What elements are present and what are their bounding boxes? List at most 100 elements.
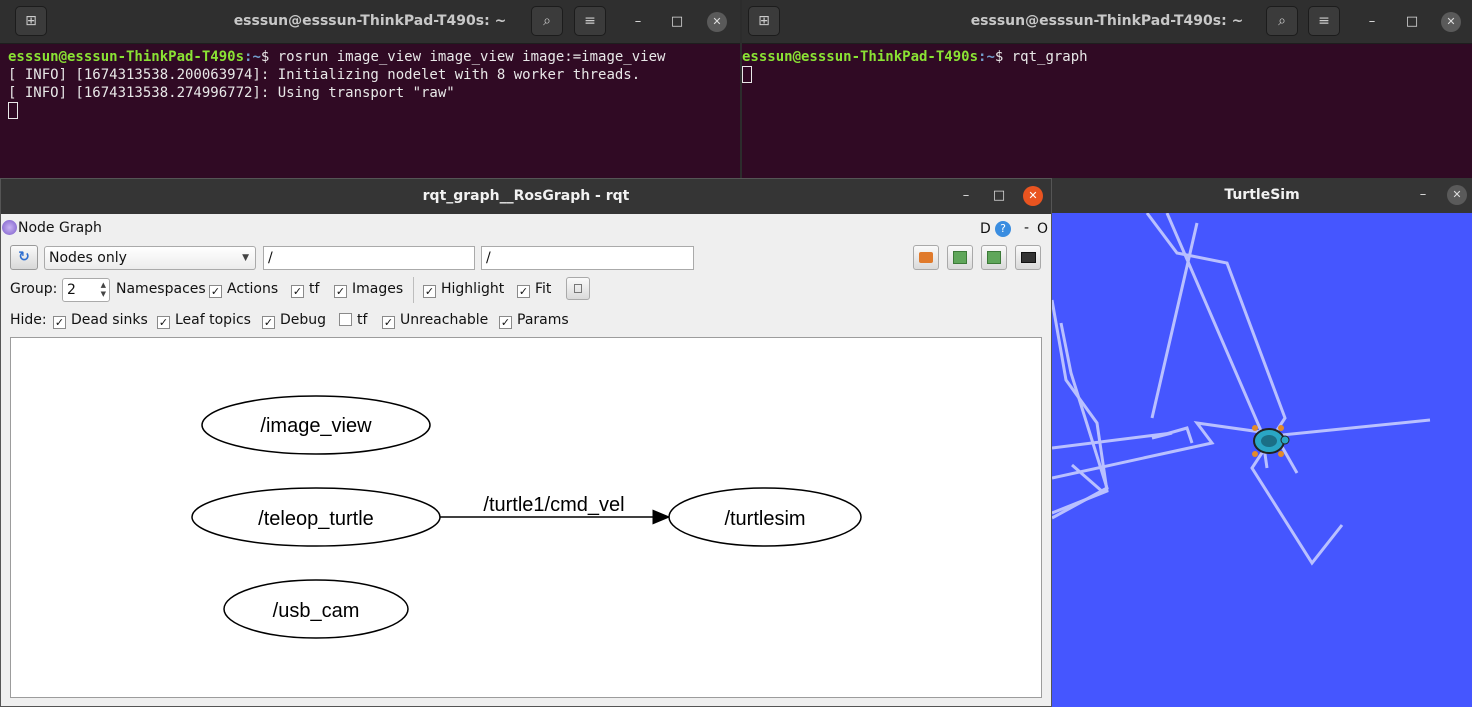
load-dot-button[interactable] xyxy=(913,245,939,270)
hamburger-icon: ≡ xyxy=(1318,13,1330,29)
checkbox-box[interactable]: ✓ xyxy=(382,316,395,329)
rqt-title: rqt_graph__RosGraph - rqt xyxy=(422,188,630,204)
graph-node-teleop-turtle[interactable]: /teleop_turtle xyxy=(191,487,441,547)
folder-icon xyxy=(919,252,933,263)
new-tab-button[interactable]: ⊞ xyxy=(15,6,47,36)
plugin-icon xyxy=(2,220,17,235)
minimize-button[interactable]: – xyxy=(628,12,648,32)
namespaces-label: Namespaces xyxy=(116,281,206,297)
unreachable-checkbox[interactable]: ✓ Unreachable xyxy=(382,312,488,329)
close-button[interactable]: ✕ xyxy=(707,12,727,32)
close-button[interactable]: ✕ xyxy=(1441,12,1461,32)
turtlesim-titlebar: TurtleSim – ✕ xyxy=(1052,178,1472,213)
graph-edge-cmd-vel[interactable]: /turtle1/cmd_vel xyxy=(440,494,671,525)
maximize-button[interactable]: □ xyxy=(667,12,687,32)
new-tab-button[interactable]: ⊞ xyxy=(748,6,780,36)
prompt-user: esssun@esssun-ThinkPad-T490s xyxy=(8,49,245,65)
help-icon[interactable]: ? xyxy=(995,221,1011,237)
dead-sinks-checkbox[interactable]: ✓ Dead sinks xyxy=(53,312,148,329)
params-checkbox[interactable]: ✓ Params xyxy=(499,312,569,329)
fit-icon xyxy=(574,284,582,293)
leaf-topics-label: Leaf topics xyxy=(175,312,251,328)
leaf-topics-checkbox[interactable]: ✓ Leaf topics xyxy=(157,312,251,329)
terminal-left-output[interactable]: esssun@esssun-ThinkPad-T490s:~$ rosrun i… xyxy=(0,44,740,120)
fit-checkbox[interactable]: ✓ Fit xyxy=(517,281,551,298)
search-icon: ⌕ xyxy=(1278,13,1286,29)
graph-canvas[interactable]: /image_view /teleop_turtle /turtle1/cmd_… xyxy=(10,337,1042,698)
hamburger-icon: ≡ xyxy=(584,13,596,29)
save-svg-button[interactable] xyxy=(981,245,1007,270)
menu-button[interactable]: ≡ xyxy=(574,6,606,36)
minimize-button[interactable]: – xyxy=(1413,185,1433,205)
actions-checkbox[interactable]: ✓ Actions xyxy=(209,281,278,298)
dock-button[interactable]: - xyxy=(1024,220,1029,236)
output-line: [ INFO] [1674313538.200063974]: Initiali… xyxy=(8,67,641,83)
plugin-title: Node Graph xyxy=(18,220,102,236)
turtlesim-window: TurtleSim – ✕ xyxy=(1052,178,1472,707)
mode-select[interactable]: Nodes only ▼ xyxy=(44,246,256,270)
images-checkbox[interactable]: ✓ Images xyxy=(334,281,403,298)
search-button[interactable]: ⌕ xyxy=(531,6,563,36)
graph-node-image-view[interactable]: /image_view xyxy=(201,395,431,455)
terminal-right[interactable]: ⊞ esssun@esssun-ThinkPad-T490s: ~ ⌕ ≡ – … xyxy=(742,0,1472,180)
hide-tf-label: tf xyxy=(357,312,368,328)
highlight-label: Highlight xyxy=(441,281,505,297)
close-button[interactable]: ✕ xyxy=(1023,186,1043,206)
menu-button[interactable]: ≡ xyxy=(1308,6,1340,36)
terminal-right-output[interactable]: esssun@esssun-ThinkPad-T490s:~$ rqt_grap… xyxy=(742,44,1472,84)
checkbox-box[interactable]: ✓ xyxy=(517,285,530,298)
params-label: Params xyxy=(517,312,569,328)
graph-node-turtlesim[interactable]: /turtlesim xyxy=(668,487,862,547)
highlight-checkbox[interactable]: ✓ Highlight xyxy=(423,281,504,298)
refresh-button[interactable]: ↻ xyxy=(10,245,38,270)
images-label: Images xyxy=(352,281,404,297)
search-button[interactable]: ⌕ xyxy=(1266,6,1298,36)
checkbox-box[interactable]: ✓ xyxy=(53,316,66,329)
fit-label: Fit xyxy=(535,281,552,297)
save-image-button[interactable] xyxy=(1015,245,1041,270)
minimize-button[interactable]: – xyxy=(1362,12,1382,32)
checkbox-box[interactable]: ✓ xyxy=(499,316,512,329)
image-icon xyxy=(1021,252,1036,263)
checkbox-box[interactable]: ✓ xyxy=(262,316,275,329)
edge-label: /turtle1/cmd_vel xyxy=(483,494,624,516)
checkbox-box[interactable]: ✓ xyxy=(423,285,436,298)
checkbox-box[interactable]: ✓ xyxy=(209,285,222,298)
rqt-titlebar: rqt_graph__RosGraph - rqt – □ ✕ xyxy=(1,179,1051,214)
maximize-button[interactable]: □ xyxy=(1402,12,1422,32)
toolbar-divider xyxy=(413,277,414,303)
turtle-sprite xyxy=(1252,425,1290,457)
checkbox-box[interactable]: ✓ xyxy=(291,285,304,298)
prompt-path: :~ xyxy=(978,49,995,65)
checkbox-box[interactable]: ✓ xyxy=(157,316,170,329)
group-label: Group: xyxy=(10,281,58,297)
terminal-left[interactable]: ⊞ esssun@esssun-ThinkPad-T490s: ~ ⌕ ≡ – … xyxy=(0,0,740,180)
debug-checkbox[interactable]: ✓ Debug xyxy=(262,312,326,329)
close-plugin-button[interactable]: O xyxy=(1037,221,1048,237)
minimize-button[interactable]: – xyxy=(956,186,976,206)
output-line: [ INFO] [1674313538.274996772]: Using tr… xyxy=(8,85,455,101)
dead-sinks-label: Dead sinks xyxy=(71,312,148,328)
hide-tf-checkbox[interactable]: tf xyxy=(339,312,367,328)
tf-label: tf xyxy=(309,281,320,297)
checkbox-box[interactable]: ✓ xyxy=(334,285,347,298)
terminal-left-titlebar: ⊞ esssun@esssun-ThinkPad-T490s: ~ ⌕ ≡ – … xyxy=(0,0,740,44)
node-label: /teleop_turtle xyxy=(258,508,374,530)
group-spinbox[interactable]: 2 ▲ ▼ xyxy=(62,278,110,302)
graph-node-usb-cam[interactable]: /usb_cam xyxy=(223,579,409,639)
hide-label: Hide: xyxy=(10,312,47,328)
node-label: /turtlesim xyxy=(724,508,805,530)
checkbox-box[interactable] xyxy=(339,313,352,326)
node-label: /image_view xyxy=(260,415,372,437)
d-button[interactable]: D xyxy=(980,221,991,237)
maximize-button[interactable]: □ xyxy=(989,186,1009,206)
close-button[interactable]: ✕ xyxy=(1447,185,1467,205)
spin-arrows-icon[interactable]: ▲ ▼ xyxy=(101,281,106,299)
unreachable-label: Unreachable xyxy=(400,312,489,328)
topic-filter-input[interactable]: / xyxy=(481,246,694,270)
save-dot-button[interactable] xyxy=(947,245,973,270)
node-filter-input[interactable]: / xyxy=(263,246,475,270)
tf-checkbox[interactable]: ✓ tf xyxy=(291,281,319,298)
fit-in-view-button[interactable] xyxy=(566,277,590,300)
refresh-icon: ↻ xyxy=(18,249,30,265)
